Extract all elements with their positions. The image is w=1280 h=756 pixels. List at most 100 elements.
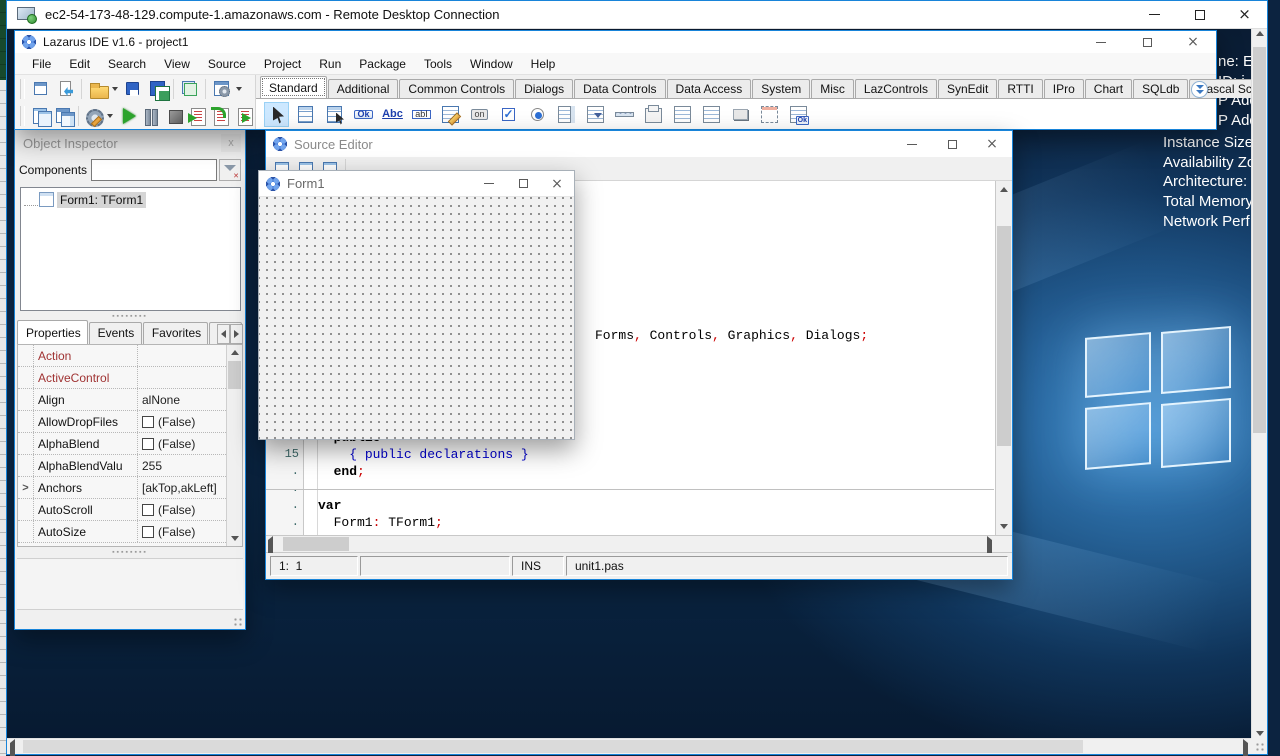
- component-tlabel-icon[interactable]: Abc: [380, 102, 405, 127]
- se-code-lines[interactable]: public { public declarations } end;var F…: [318, 430, 994, 532]
- palette-tab-system[interactable]: System: [752, 79, 810, 98]
- property-expander-cell[interactable]: >: [18, 477, 34, 498]
- menu-package[interactable]: Package: [350, 54, 415, 74]
- property-name[interactable]: Align: [34, 389, 138, 410]
- palette-tab-dialogs[interactable]: Dialogs: [515, 79, 573, 98]
- se-uses-fragment[interactable]: Forms, Controls, Graphics, Dialogs;: [595, 328, 868, 343]
- property-expander-cell[interactable]: >: [18, 521, 34, 542]
- scroll-down-button[interactable]: [1252, 731, 1267, 736]
- ide-close-button[interactable]: ×: [1170, 31, 1216, 53]
- source-editor-close-button[interactable]: ×: [972, 131, 1012, 157]
- menu-view[interactable]: View: [155, 54, 199, 74]
- property-row-alphablendvalue[interactable]: > AlphaBlendValu 255: [18, 455, 242, 477]
- oi-tab-restricted[interactable]: Re: [209, 322, 242, 344]
- menu-source[interactable]: Source: [199, 54, 255, 74]
- oi-tab-favorites[interactable]: Favorites: [143, 322, 208, 344]
- menu-edit[interactable]: Edit: [60, 54, 99, 74]
- change-build-mode-button[interactable]: [82, 104, 103, 127]
- step-over-button[interactable]: [209, 104, 230, 127]
- palette-tab-misc[interactable]: Misc: [811, 79, 854, 98]
- property-name[interactable]: AllowDropFiles: [34, 411, 138, 432]
- property-name[interactable]: AutoScroll: [34, 499, 138, 520]
- rdp-horizontal-scrollbar[interactable]: [7, 738, 1251, 754]
- splitter-handle[interactable]: ▪▪▪▪▪▪▪▪: [15, 550, 245, 556]
- property-expander-cell[interactable]: >: [18, 345, 34, 366]
- scroll-right-button[interactable]: [1243, 743, 1248, 756]
- palette-tab-data-access[interactable]: Data Access: [667, 79, 752, 98]
- view-forms-button[interactable]: [52, 104, 73, 127]
- checkbox-icon[interactable]: [142, 504, 154, 516]
- show-form-button[interactable]: [29, 77, 52, 100]
- components-filter-input[interactable]: [91, 159, 217, 181]
- component-tradiobutton-icon[interactable]: [525, 102, 550, 127]
- scrollbar-thumb[interactable]: [997, 226, 1011, 446]
- resize-grip[interactable]: [1255, 742, 1265, 752]
- component-tframe-icon[interactable]: [757, 102, 782, 127]
- scroll-up-button[interactable]: [227, 345, 242, 360]
- component-tree[interactable]: Form1: TForm1: [20, 187, 241, 311]
- editor-horizontal-scrollbar[interactable]: [266, 535, 1012, 553]
- checkbox-icon[interactable]: [142, 438, 154, 450]
- toolbar-grip[interactable]: [20, 79, 25, 99]
- new-unit-button[interactable]: [54, 77, 77, 100]
- component-tpopupmenu-icon[interactable]: [322, 102, 347, 127]
- menu-window[interactable]: Window: [461, 54, 522, 74]
- component-tpanel-icon[interactable]: [728, 102, 753, 127]
- palette-tab-ipro[interactable]: IPro: [1044, 79, 1084, 98]
- property-name[interactable]: Anchors: [34, 477, 138, 498]
- component-tgroupbox-icon[interactable]: [641, 102, 666, 127]
- rdp-maximize-button[interactable]: [1177, 1, 1222, 28]
- property-expander-cell[interactable]: >: [18, 499, 34, 520]
- step-out-button[interactable]: [233, 104, 254, 127]
- menu-search[interactable]: Search: [99, 54, 155, 74]
- property-row-autosize[interactable]: > AutoSize (False): [18, 521, 242, 543]
- open-button[interactable]: [86, 77, 109, 100]
- palette-tab-standard[interactable]: Standard: [260, 76, 327, 98]
- rdp-vertical-scrollbar[interactable]: [1251, 29, 1267, 738]
- form-titlebar[interactable]: Form1 ×: [259, 171, 574, 197]
- property-expander-cell[interactable]: >: [18, 411, 34, 432]
- oi-tab-properties[interactable]: Properties: [17, 320, 88, 344]
- component-tmainmenu-icon[interactable]: [293, 102, 318, 127]
- editor-vertical-scrollbar[interactable]: [995, 181, 1012, 535]
- property-row-align[interactable]: > Align alNone: [18, 389, 242, 411]
- menu-help[interactable]: Help: [522, 54, 565, 74]
- component-tbutton-icon[interactable]: Ok: [351, 102, 376, 127]
- property-row-anchors[interactable]: > Anchors [akTop,akLeft]: [18, 477, 242, 499]
- palette-overflow-button[interactable]: [1191, 81, 1208, 98]
- rdp-resize-corner[interactable]: [1251, 738, 1267, 754]
- property-name[interactable]: Action: [34, 345, 138, 366]
- filter-funnel-button[interactable]: [219, 159, 241, 181]
- pause-button[interactable]: [139, 104, 160, 127]
- tree-item-form1[interactable]: Form1: TForm1: [21, 190, 240, 209]
- component-tcheckbox-icon[interactable]: ✓: [496, 102, 521, 127]
- palette-tab-synedit[interactable]: SynEdit: [938, 79, 997, 98]
- rdp-minimize-button[interactable]: [1132, 1, 1177, 28]
- checkbox-icon[interactable]: [142, 416, 154, 428]
- palette-tab-chart[interactable]: Chart: [1085, 79, 1132, 98]
- run-button[interactable]: [116, 104, 137, 127]
- property-expander-cell[interactable]: >: [18, 367, 34, 388]
- component-ttogglebox-icon[interactable]: on: [467, 102, 492, 127]
- component-tcombobox-icon[interactable]: [583, 102, 608, 127]
- scrollbar-thumb[interactable]: [228, 361, 241, 389]
- menu-project[interactable]: Project: [255, 54, 310, 74]
- property-expander-cell[interactable]: >: [18, 389, 34, 410]
- menu-run[interactable]: Run: [310, 54, 350, 74]
- object-inspector-close-button[interactable]: x: [221, 134, 241, 152]
- step-into-button[interactable]: [186, 104, 207, 127]
- property-expander-cell[interactable]: >: [18, 455, 34, 476]
- property-row-activecontrol[interactable]: > ActiveControl: [18, 367, 242, 389]
- menu-file[interactable]: File: [23, 54, 60, 74]
- stop-button[interactable]: [163, 104, 184, 127]
- property-row-autoscroll[interactable]: > AutoScroll (False): [18, 499, 242, 521]
- component-tscrollbar-icon[interactable]: [612, 102, 637, 127]
- palette-tab-data-controls[interactable]: Data Controls: [574, 79, 665, 98]
- rdp-close-button[interactable]: ×: [1222, 1, 1267, 28]
- form-design-surface[interactable]: [259, 197, 574, 439]
- source-editor-maximize-button[interactable]: [932, 131, 972, 157]
- property-name[interactable]: AutoSize: [34, 521, 138, 542]
- checkbox-icon[interactable]: [142, 526, 154, 538]
- scroll-left-button[interactable]: [10, 743, 15, 756]
- component-tedit-icon[interactable]: abI: [409, 102, 434, 127]
